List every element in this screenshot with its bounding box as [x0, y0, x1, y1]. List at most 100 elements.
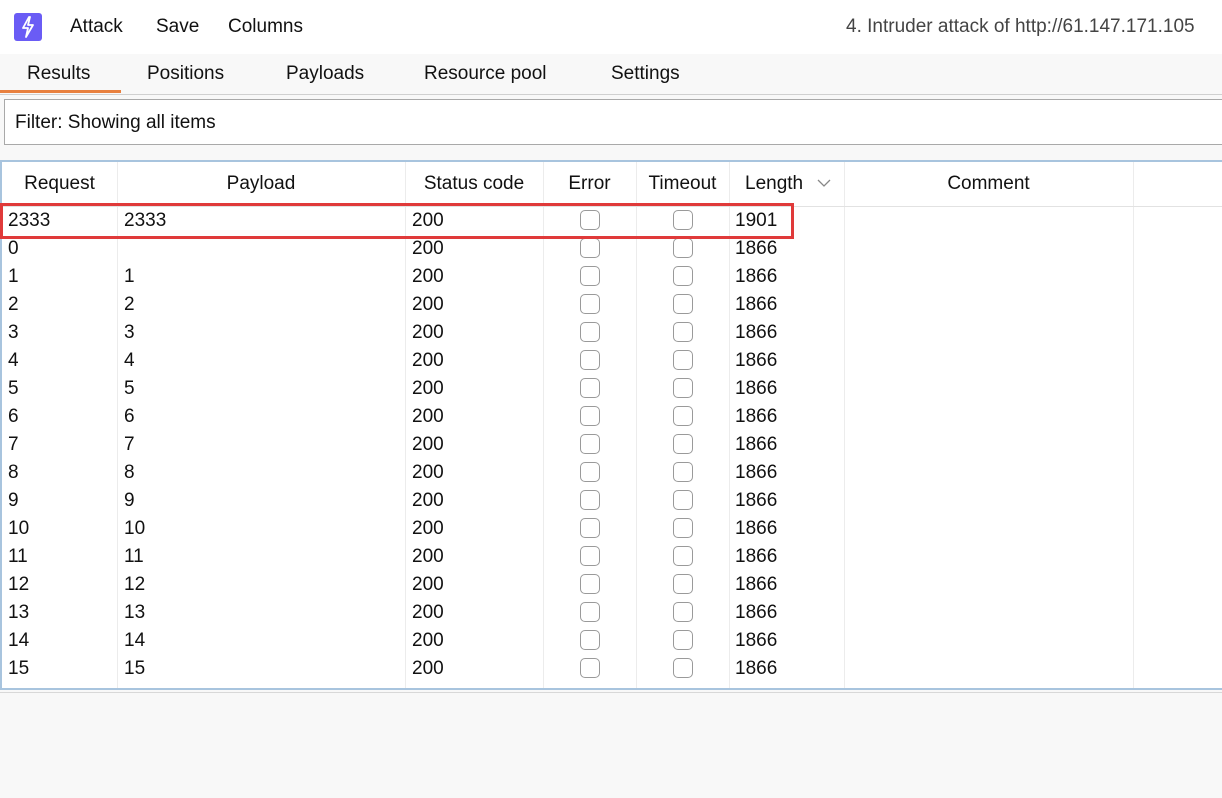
cell-payload: 1: [124, 266, 135, 287]
filter-bar[interactable]: Filter: Showing all items: [4, 99, 1222, 145]
menu-save[interactable]: Save: [156, 16, 199, 38]
tab-positions[interactable]: Positions: [147, 63, 224, 85]
table-row[interactable]: 1 1 200 1866: [2, 263, 1222, 291]
error-checkbox[interactable]: [580, 574, 600, 594]
cell-request: 7: [8, 434, 19, 455]
cell-payload: 11: [124, 546, 144, 567]
timeout-checkbox[interactable]: [673, 602, 693, 622]
error-checkbox[interactable]: [580, 630, 600, 650]
cell-request: 11: [8, 546, 28, 567]
column-header-request[interactable]: Request: [2, 162, 117, 206]
cell-status-code: 200: [412, 602, 444, 623]
column-header-payload[interactable]: Payload: [117, 162, 405, 206]
cell-payload: 15: [124, 658, 146, 679]
cell-request: 9: [8, 490, 19, 511]
error-checkbox[interactable]: [580, 266, 600, 286]
chevron-down-icon[interactable]: [817, 176, 831, 190]
timeout-checkbox[interactable]: [673, 462, 693, 482]
error-checkbox[interactable]: [580, 462, 600, 482]
error-checkbox[interactable]: [580, 406, 600, 426]
cell-status-code: 200: [412, 294, 444, 315]
table-row[interactable]: 14 14 200 1866: [2, 627, 1222, 655]
cell-request: 0: [8, 238, 19, 259]
error-checkbox[interactable]: [580, 210, 600, 230]
column-header-length[interactable]: Length: [745, 162, 807, 206]
cell-payload: 14: [124, 630, 146, 651]
timeout-checkbox[interactable]: [673, 574, 693, 594]
cell-length: 1866: [735, 462, 778, 483]
table-row[interactable]: 12 12 200 1866: [2, 571, 1222, 599]
timeout-checkbox[interactable]: [673, 322, 693, 342]
column-header-status-code[interactable]: Status code: [405, 162, 543, 206]
table-row[interactable]: 8 8 200 1866: [2, 459, 1222, 487]
title-bar: Attack Save Columns 4. Intruder attack o…: [0, 0, 1222, 54]
table-row[interactable]: 2333 2333 200 1901: [2, 207, 1222, 235]
table-row[interactable]: 11 11 200 1866: [2, 543, 1222, 571]
error-checkbox[interactable]: [580, 434, 600, 454]
tab-results[interactable]: Results: [27, 63, 90, 85]
filter-label: Filter: Showing all items: [15, 112, 216, 133]
cell-status-code: 200: [412, 238, 444, 259]
error-checkbox[interactable]: [580, 518, 600, 538]
cell-payload: 6: [124, 406, 135, 427]
menu-columns[interactable]: Columns: [228, 16, 303, 38]
cell-payload: 7: [124, 434, 135, 455]
error-checkbox[interactable]: [580, 602, 600, 622]
cell-length: 1866: [735, 518, 778, 539]
cell-payload: 10: [124, 518, 146, 539]
column-header-comment[interactable]: Comment: [844, 162, 1133, 206]
cell-length: 1866: [735, 238, 778, 259]
table-row[interactable]: 13 13 200 1866: [2, 599, 1222, 627]
error-checkbox[interactable]: [580, 238, 600, 258]
cell-status-code: 200: [412, 658, 444, 679]
timeout-checkbox[interactable]: [673, 238, 693, 258]
table-row[interactable]: 9 9 200 1866: [2, 487, 1222, 515]
cell-length: 1866: [735, 546, 778, 567]
timeout-checkbox[interactable]: [673, 350, 693, 370]
timeout-checkbox[interactable]: [673, 546, 693, 566]
tab-settings[interactable]: Settings: [611, 63, 680, 85]
table-row[interactable]: 0 200 1866: [2, 235, 1222, 263]
timeout-checkbox[interactable]: [673, 210, 693, 230]
timeout-checkbox[interactable]: [673, 406, 693, 426]
error-checkbox[interactable]: [580, 490, 600, 510]
table-row[interactable]: 7 7 200 1866: [2, 431, 1222, 459]
error-checkbox[interactable]: [580, 546, 600, 566]
timeout-checkbox[interactable]: [673, 294, 693, 314]
timeout-checkbox[interactable]: [673, 490, 693, 510]
cell-length: 1866: [735, 294, 778, 315]
cell-length: 1901: [735, 210, 778, 231]
cell-status-code: 200: [412, 574, 444, 595]
cell-length: 1866: [735, 406, 778, 427]
cell-status-code: 200: [412, 406, 444, 427]
error-checkbox[interactable]: [580, 658, 600, 678]
table-row[interactable]: 4 4 200 1866: [2, 347, 1222, 375]
error-checkbox[interactable]: [580, 378, 600, 398]
table-row[interactable]: 6 6 200 1866: [2, 403, 1222, 431]
cell-length: 1866: [735, 658, 778, 679]
error-checkbox[interactable]: [580, 350, 600, 370]
cell-status-code: 200: [412, 462, 444, 483]
table-row[interactable]: 15 15 200 1866: [2, 655, 1222, 683]
table-row[interactable]: 5 5 200 1866: [2, 375, 1222, 403]
table-row[interactable]: 3 3 200 1866: [2, 319, 1222, 347]
timeout-checkbox[interactable]: [673, 630, 693, 650]
timeout-checkbox[interactable]: [673, 518, 693, 538]
tab-resource-pool[interactable]: Resource pool: [424, 63, 547, 85]
cell-payload: 9: [124, 490, 135, 511]
error-checkbox[interactable]: [580, 322, 600, 342]
column-header-timeout[interactable]: Timeout: [636, 162, 729, 206]
column-header-error[interactable]: Error: [543, 162, 636, 206]
tab-payloads[interactable]: Payloads: [286, 63, 364, 85]
lightning-bolt-icon[interactable]: [14, 13, 42, 41]
timeout-checkbox[interactable]: [673, 266, 693, 286]
timeout-checkbox[interactable]: [673, 434, 693, 454]
error-checkbox[interactable]: [580, 294, 600, 314]
menu-attack[interactable]: Attack: [70, 16, 123, 38]
cell-request: 13: [8, 602, 30, 623]
table-row[interactable]: 10 10 200 1866: [2, 515, 1222, 543]
timeout-checkbox[interactable]: [673, 378, 693, 398]
timeout-checkbox[interactable]: [673, 658, 693, 678]
table-row[interactable]: 2 2 200 1866: [2, 291, 1222, 319]
results-table: Request Payload Status code Error Timeou…: [0, 160, 1222, 690]
